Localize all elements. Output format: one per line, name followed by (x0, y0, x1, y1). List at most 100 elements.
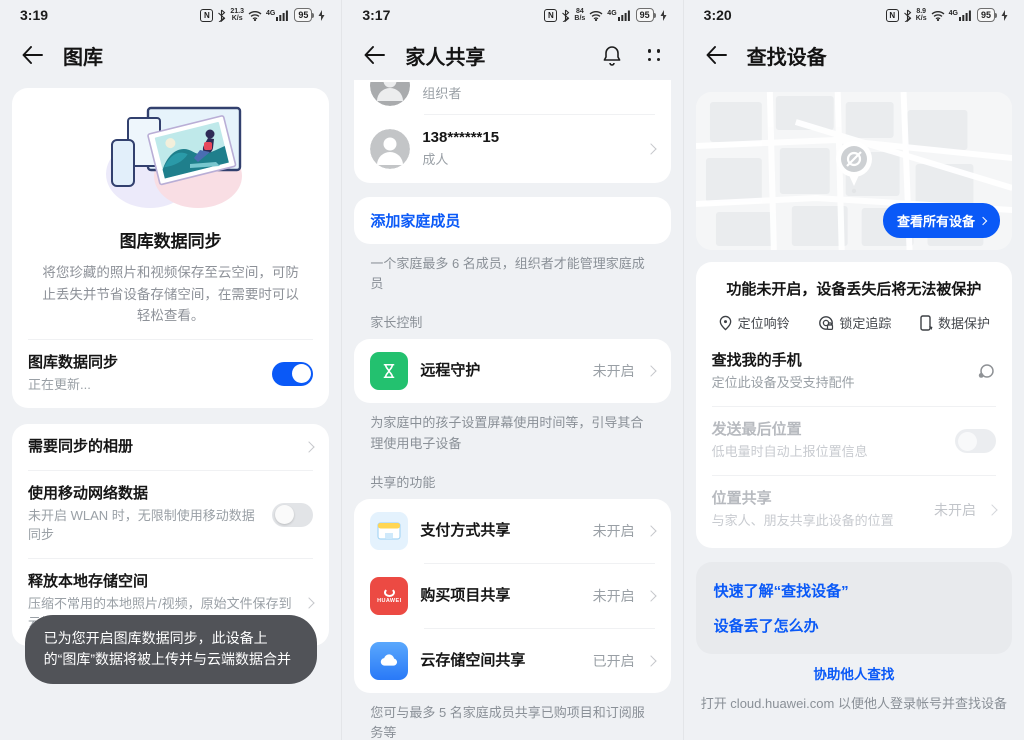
app-header: 查找设备 (684, 30, 1024, 80)
faq-link-about[interactable]: 快速了解“查找设备” (714, 580, 849, 601)
family-members-card: 组织者 138******15 成人 (354, 80, 670, 183)
battery-icon: 95 (636, 8, 656, 22)
location-sharing-status: 未开启 (934, 500, 976, 520)
remote-guard-status: 未开启 (593, 361, 635, 381)
locating-spinner-icon (976, 363, 996, 381)
phone-protect-icon (920, 315, 933, 331)
chevron-right-icon (645, 143, 656, 154)
gallery-sync-toggle[interactable] (272, 362, 313, 386)
chevron-right-icon (645, 590, 656, 601)
chevron-right-icon (986, 505, 997, 516)
sync-toggle-status: 正在更新... (28, 376, 260, 395)
albums-to-sync-row[interactable]: 需要同步的相册 (12, 424, 329, 470)
add-family-member-button[interactable]: 添加家庭成员 (370, 210, 460, 231)
feature-data-protect: 数据保护 (920, 313, 990, 332)
nfc-icon: N (200, 9, 213, 22)
wifi-icon (248, 10, 262, 21)
avatar (370, 82, 410, 106)
location-sharing-row[interactable]: 位置共享 与家人、朋友共享此设备的位置 未开启 (696, 476, 1012, 544)
gallery-options-card: 需要同步的相册 使用移动网络数据 未开启 WLAN 时，无限制使用移动数据同步 … (12, 424, 329, 646)
cellular-signal-icon: 4G (949, 10, 971, 21)
notification-bell-icon[interactable] (602, 45, 622, 66)
section-parental-controls: 家长控制 (370, 312, 654, 331)
screen-find-device: 3:20 N 8.9K/s 4G 95 查找设备 (683, 0, 1024, 740)
faq-card: 快速了解“查找设备” 设备丢了怎么办 (696, 562, 1012, 654)
purchase-sharing-row[interactable]: HUAWEI 购买项目共享 未开启 (354, 564, 670, 628)
feature-locate-ring: 定位响铃 (718, 313, 790, 332)
section-shared-features: 共享的功能 (370, 472, 654, 491)
cellular-signal-icon: 4G (266, 10, 288, 21)
member-type: 成人 (422, 151, 634, 170)
page-title: 图库 (63, 41, 103, 70)
sync-title: 图库数据同步 (34, 227, 307, 252)
adult-member-row[interactable]: 138******15 成人 (354, 115, 670, 183)
screen-family-sharing: 3:17 N 84B/s 4G 95 家人共享 组织者 (341, 0, 682, 740)
payment-sharing-row[interactable]: 支付方式共享 未开启 (354, 499, 670, 563)
cloud-storage-sharing-row[interactable]: 云存储空间共享 已开启 (354, 629, 670, 693)
status-time: 3:19 (20, 7, 48, 23)
appgallery-icon: HUAWEI (370, 577, 408, 615)
chevron-right-icon (645, 366, 656, 377)
charging-icon (1001, 10, 1008, 21)
status-bar: 3:17 N 84B/s 4G 95 (342, 0, 682, 30)
back-icon[interactable] (706, 46, 727, 64)
nfc-icon: N (886, 9, 899, 22)
assist-footer: 协助他人查找 打开 cloud.huawei.com 以便他人登录帐号并查找设备 (684, 663, 1024, 712)
send-last-location-row[interactable]: 发送最后位置 低电量时自动上报位置信息 (696, 407, 1012, 475)
status-bar: 3:19 N 21.3K/s 4G 95 (0, 0, 341, 30)
remote-guard-card: 远程守护 未开启 (354, 339, 670, 403)
status-bar: 3:20 N 8.9K/s 4G 95 (684, 0, 1024, 30)
mobile-data-row[interactable]: 使用移动网络数据 未开启 WLAN 时，无限制使用移动数据同步 (12, 471, 329, 558)
add-member-card[interactable]: 添加家庭成员 (354, 197, 670, 244)
chevron-right-icon (304, 597, 315, 608)
app-header: 图库 (0, 30, 341, 80)
sharing-limit-hint: 您可与最多 5 名家庭成员共享已购项目和订阅服务等 (370, 703, 654, 740)
feature-warning-title: 功能未开启，设备丢失后将无法被保护 (696, 262, 1012, 299)
bluetooth-icon (561, 9, 570, 22)
gallery-sync-toggle-row[interactable]: 图库数据同步 正在更新... (12, 340, 329, 408)
status-time: 3:17 (362, 7, 390, 23)
find-device-settings-card: 功能未开启，设备丢失后将无法被保护 定位响铃 锁定追踪 数据保护 查找我的手机 … (696, 262, 1012, 548)
send-last-location-toggle[interactable] (955, 429, 996, 453)
remote-guard-icon (370, 352, 408, 390)
screen-gallery-sync: 3:19 N 21.3K/s 4G 95 图库 (0, 0, 341, 740)
location-pin-icon (831, 138, 877, 201)
cloud-icon (370, 642, 408, 680)
chevron-right-icon (645, 525, 656, 536)
device-map-card[interactable]: 查看所有设备 (696, 92, 1012, 250)
sync-toggle-label: 图库数据同步 (28, 353, 260, 373)
remote-guard-row[interactable]: 远程守护 未开启 (354, 339, 670, 403)
back-icon[interactable] (22, 46, 43, 64)
location-pin-icon (718, 315, 733, 331)
payment-wallet-icon (370, 512, 408, 550)
member-name: 138******15 (422, 128, 634, 148)
bluetooth-icon (217, 9, 226, 22)
member-limit-hint: 一个家庭最多 6 名成员，组织者才能管理家庭成员 (370, 254, 654, 294)
remote-guard-hint: 为家庭中的孩子设置屏幕使用时间等，引导其合理使用电子设备 (370, 413, 654, 453)
gallery-sync-card: 图库数据同步 将您珍藏的照片和视频保存至云空间，可防止丢失并节省设备存储空间，在… (12, 88, 329, 408)
wifi-icon (589, 10, 603, 21)
assist-others-link[interactable]: 协助他人查找 (684, 663, 1024, 683)
feature-lock-track: 锁定追踪 (818, 313, 891, 332)
wifi-icon (931, 10, 945, 21)
page-title: 家人共享 (405, 41, 485, 70)
mobile-data-toggle[interactable] (272, 503, 313, 527)
chevron-right-icon (645, 655, 656, 666)
bluetooth-icon (903, 9, 912, 22)
battery-icon: 95 (977, 8, 997, 22)
page-title: 查找设备 (747, 41, 827, 70)
organizer-member-row[interactable]: 组织者 (354, 80, 670, 114)
cellular-signal-icon: 4G (607, 10, 629, 21)
more-options-icon[interactable] (648, 49, 661, 61)
avatar (370, 129, 410, 169)
network-speed-indicator: 84B/s (574, 8, 585, 22)
faq-link-lost-device[interactable]: 设备丢了怎么办 (714, 615, 819, 636)
shared-features-card: 支付方式共享 未开启 HUAWEI 购买项目共享 未开启 云存储空间共享 已开启 (354, 499, 670, 693)
status-time: 3:20 (704, 7, 732, 23)
charging-icon (318, 10, 325, 21)
find-my-phone-row[interactable]: 查找我的手机 定位此设备及受支持配件 (696, 338, 1012, 406)
assist-hint: 打开 cloud.huawei.com 以便他人登录帐号并查找设备 (684, 693, 1024, 712)
nfc-icon: N (544, 9, 557, 22)
view-all-devices-button[interactable]: 查看所有设备 (883, 203, 1000, 238)
back-icon[interactable] (364, 46, 385, 64)
